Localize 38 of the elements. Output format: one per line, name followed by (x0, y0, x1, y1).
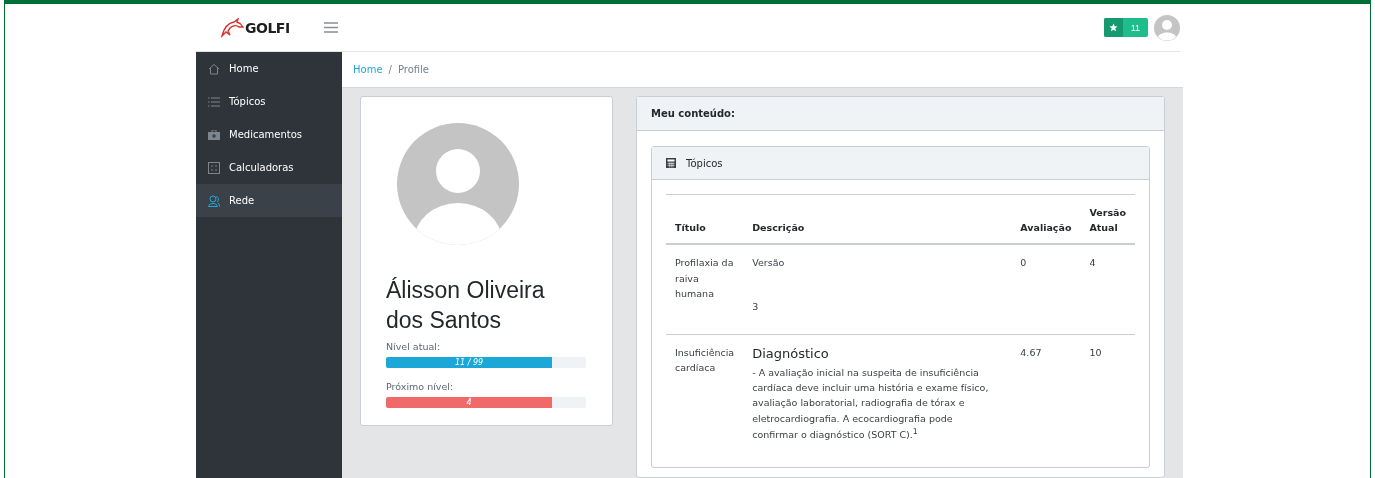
avatar-icon[interactable] (1154, 14, 1180, 41)
description-text: - A avaliação inicial na suspeita de insuficiência cardíaca deve incluir uma história e exame físico, avaliação laboratorial, radiografia de tórax e eletrocardiografia. A ecocardiografia pode confirmar o diagnóstico (SORT C).$^{1}$ (752, 365, 990, 442)
profile-name: Álisson Oliveira dos Santos (386, 276, 546, 335)
level-label: Próximo nível: (386, 381, 455, 392)
table-cell: 4 (1080, 244, 1135, 335)
table-cell: Profilaxia da raiva humana (666, 244, 744, 335)
table-cell: 10 (1080, 334, 1135, 463)
menu-icon[interactable] (323, 22, 338, 33)
level-label: Nível atual: (386, 341, 442, 352)
brand-name[interactable]: GOLFI (245, 19, 290, 36)
sidebar-item[interactable]: Home (196, 52, 342, 85)
sidebar-item[interactable]: Medicamentos (196, 118, 342, 151)
panel-title: Tópicos (686, 157, 723, 169)
calculator-icon (666, 158, 676, 168)
dolphin-logo-icon (220, 17, 244, 38)
column-header: Avaliação (1011, 194, 1081, 245)
sidebar-item[interactable]: Rede (196, 184, 342, 217)
card-title: Meu conteúdo: (651, 108, 735, 119)
list-icon (208, 96, 220, 107)
column-header: Descrição (743, 194, 1012, 245)
column-header: Título (666, 194, 744, 245)
description-heading: Diagnóstico (752, 344, 830, 363)
description-text: 3 (752, 299, 760, 314)
table-cell: Insuficiência cardíaca (666, 334, 744, 463)
medkit-icon (208, 129, 220, 140)
column-header: Versão Atual (1080, 194, 1135, 245)
sidebar-item[interactable]: Tópicos (196, 85, 342, 118)
description-text: Versão (752, 256, 786, 271)
table-cell: 0 (1011, 244, 1081, 335)
calculator-icon (208, 161, 220, 174)
sidebar-item[interactable]: Calculadoras (196, 151, 342, 184)
breadcrumb-current: Profile (397, 64, 429, 75)
home-icon (208, 62, 220, 75)
progress-reading: 4 (466, 398, 472, 407)
table-cell: 4.67 (1011, 334, 1081, 463)
breadcrumb-separator: / (388, 64, 392, 75)
people-icon (208, 194, 220, 207)
progress-reading: 11 / 99 (454, 358, 484, 367)
